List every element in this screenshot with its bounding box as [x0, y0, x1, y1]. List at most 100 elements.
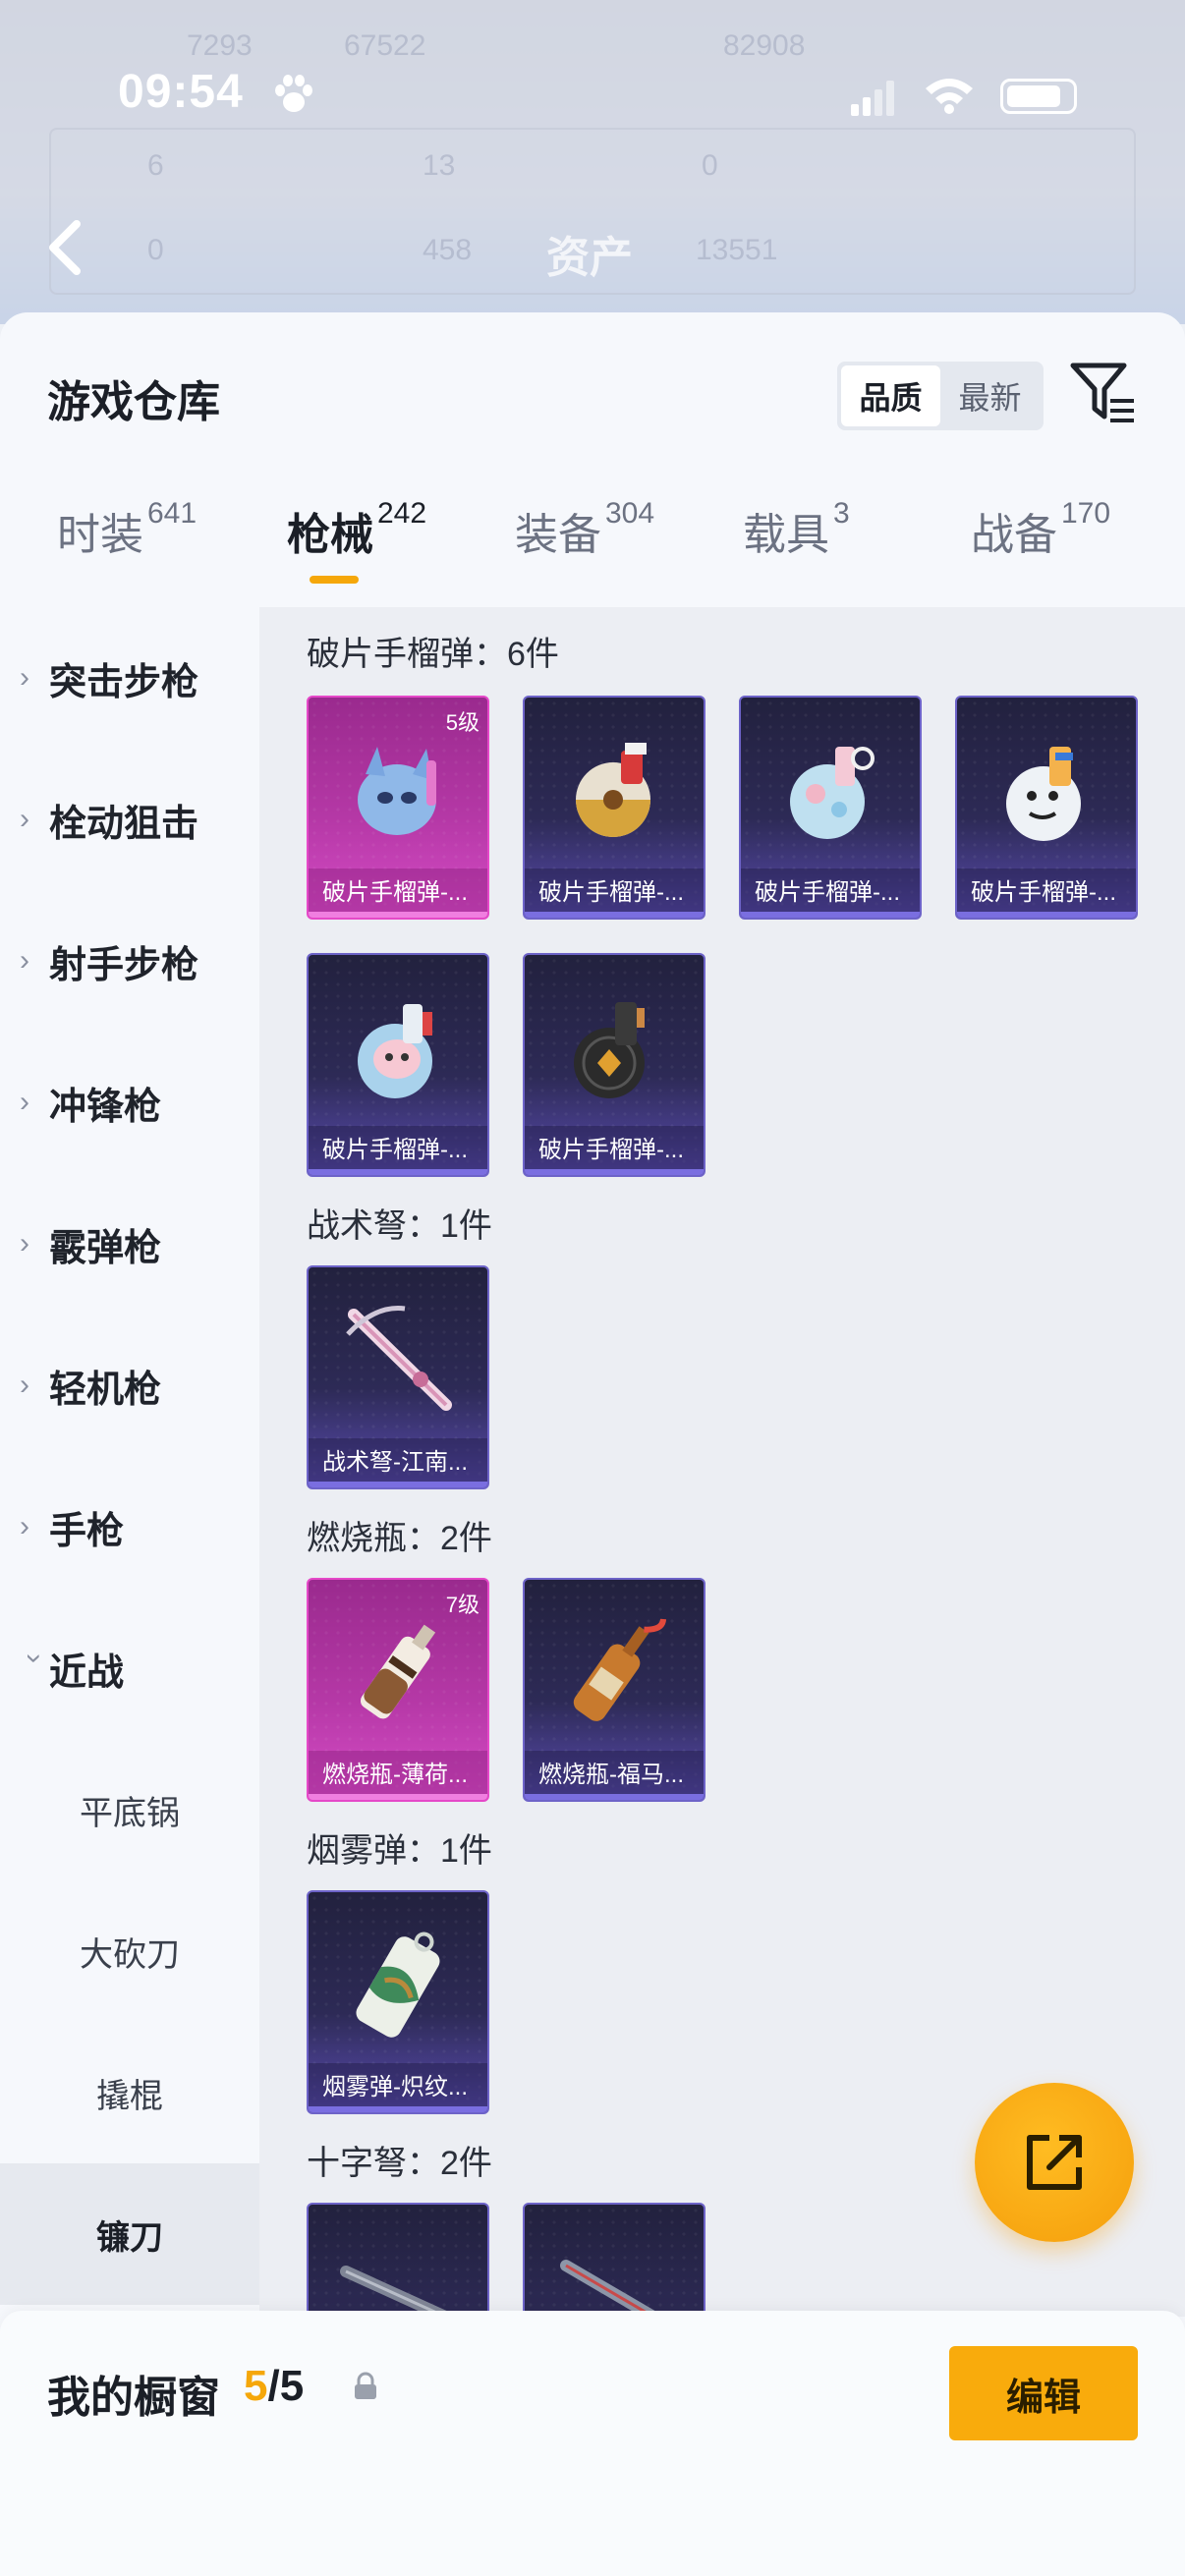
paw-icon [275, 75, 312, 112]
filter-icon[interactable] [1069, 360, 1138, 426]
tab-vehicles[interactable]: 载具 3 [743, 497, 850, 597]
sidebar-subitem-machete[interactable]: 大砍刀 [0, 1880, 259, 2022]
page-title: 资产 [546, 234, 633, 282]
bg-stat: 0 [147, 234, 164, 266]
item-card[interactable] [523, 2203, 705, 2317]
molotov-icon [360, 1624, 436, 1719]
bg-stat: 0 [702, 149, 718, 182]
category-tabs: 时装 641 枪械 242 装备 304 载具 3 战备 170 [0, 497, 1185, 617]
chevron-right-icon: › [20, 1227, 29, 1260]
bg-stat: 13551 [696, 234, 778, 266]
item-caption: 破片手榴弹-... [309, 868, 487, 918]
sidebar-item-label: 栓动狙击 [49, 803, 199, 845]
tab-count: 170 [1061, 497, 1111, 530]
section-title: 战术弩：1件 [307, 1207, 492, 1245]
bg-stat: 13 [423, 149, 456, 182]
smoke-grenade-icon [356, 1932, 440, 2038]
tab-count: 304 [605, 497, 655, 530]
grenade-icon [358, 747, 436, 835]
item-card[interactable]: 破片手榴弹-... [523, 953, 705, 1177]
sidebar-item-assault-rifle[interactable]: › 突击步枪 [0, 607, 259, 749]
share-button[interactable] [975, 2083, 1134, 2242]
item-card[interactable]: 烟雾弹-炽纹... [307, 1890, 489, 2114]
share-icon [1027, 2135, 1082, 2190]
tab-count: 242 [377, 497, 427, 530]
chevron-right-icon: › [20, 944, 29, 977]
status-time: 09:54 [118, 66, 244, 118]
tab-fashion[interactable]: 时装 641 [57, 497, 198, 597]
item-card[interactable]: 破片手榴弹-... [307, 953, 489, 1177]
item-card[interactable]: 战术弩-江南... [307, 1265, 489, 1489]
sidebar-item-label: 冲锋枪 [49, 1086, 162, 1128]
sidebar-item-pistol[interactable]: › 手枪 [0, 1456, 259, 1597]
bg-stat: 458 [423, 234, 473, 266]
crossbow-icon [340, 2266, 459, 2317]
item-caption: 燃烧瓶-薄荷... [309, 1751, 487, 1800]
item-card[interactable]: 破片手榴弹-... [739, 696, 922, 920]
sort-newest-button[interactable]: 最新 [940, 365, 1040, 426]
grenade-icon [790, 747, 875, 839]
chevron-right-icon: › [20, 1369, 29, 1401]
sheet-title: 游戏仓库 [47, 378, 220, 426]
showcase-count-current: 5 [244, 2362, 268, 2410]
item-caption: 破片手榴弹-... [309, 1126, 487, 1175]
sidebar-subitem-crowbar[interactable]: 撬棍 [0, 2022, 259, 2163]
section-title: 燃烧瓶：2件 [307, 1520, 492, 1557]
sidebar-item-smg[interactable]: › 冲锋枪 [0, 1032, 259, 1173]
tab-count: 641 [147, 497, 198, 530]
back-arrow-icon[interactable] [43, 218, 86, 277]
sort-quality-button[interactable]: 品质 [841, 365, 940, 426]
sidebar-item-label: 射手步枪 [49, 944, 199, 986]
item-card[interactable]: 燃烧瓶-福马... [523, 1578, 705, 1802]
active-tab-indicator [310, 576, 359, 584]
section-title: 破片手榴弹：6件 [307, 636, 559, 673]
item-caption: 破片手榴弹-... [525, 1126, 704, 1175]
molotov-icon [573, 1618, 667, 1721]
bg-stat: 7293 [187, 29, 253, 62]
wifi-icon [926, 79, 973, 114]
sidebar-item-marksman-rifle[interactable]: › 射手步枪 [0, 890, 259, 1032]
battery-icon [1000, 79, 1077, 114]
chevron-right-icon: › [20, 661, 29, 694]
sidebar-item-shotgun[interactable]: › 霰弹枪 [0, 1173, 259, 1315]
background-header: 7293 67522 82908 6 13 0 0 458 13551 09:5… [0, 0, 1185, 324]
sidebar-item-label: 手枪 [49, 1510, 125, 1552]
chevron-down-icon: › [19, 1653, 51, 1663]
tab-count: 3 [833, 497, 850, 530]
tab-equipment[interactable]: 装备 304 [515, 497, 655, 597]
chevron-right-icon: › [20, 1086, 29, 1118]
showcase-label: 我的橱窗 [47, 2374, 220, 2422]
item-card[interactable]: 破片手榴弹-... [955, 696, 1138, 920]
weapon-category-sidebar: › 突击步枪 › 栓动狙击 › 射手步枪 › 冲锋枪 › 霰弹枪 › 轻机枪 ›… [0, 607, 259, 2576]
tab-label: 战备 [971, 511, 1057, 559]
item-caption: 战术弩-江南... [309, 1438, 487, 1487]
item-caption: 烟雾弹-炽纹... [309, 2063, 487, 2112]
item-card[interactable]: 5级 破片手榴弹-... [307, 696, 489, 920]
grenade-icon [358, 1004, 432, 1098]
tab-label: 装备 [515, 511, 601, 559]
item-card[interactable]: 7级 燃烧瓶-薄荷... [307, 1578, 489, 1802]
item-card[interactable]: 破片手榴弹-... [523, 696, 705, 920]
bg-stat: 82908 [723, 29, 806, 62]
sort-toggle: 品质 最新 [837, 362, 1044, 430]
section-title: 烟雾弹：1件 [307, 1832, 492, 1870]
crossbow-icon [560, 2260, 665, 2317]
sidebar-item-label: 轻机枪 [49, 1369, 162, 1411]
showcase-count-separator: / [267, 2362, 280, 2410]
tab-label: 载具 [743, 511, 829, 559]
showcase-count: 5/5 [244, 2362, 304, 2411]
edit-button[interactable]: 编辑 [949, 2346, 1138, 2440]
item-caption: 破片手榴弹-... [957, 868, 1136, 918]
sidebar-subitem-frying-pan[interactable]: 平底锅 [0, 1739, 259, 1880]
tab-label: 时装 [57, 511, 143, 559]
grenade-icon [576, 743, 650, 837]
sidebar-item-bolt-sniper[interactable]: › 栓动狙击 [0, 749, 259, 890]
item-card[interactable] [307, 2203, 489, 2317]
sidebar-item-melee[interactable]: › 近战 [0, 1597, 259, 1739]
item-caption: 燃烧瓶-福马... [525, 1751, 704, 1800]
bg-stat: 6 [147, 149, 164, 182]
sidebar-item-label: 突击步枪 [49, 661, 199, 703]
sidebar-subitem-sickle[interactable]: 镰刀 [0, 2163, 259, 2305]
tab-tactical-gear[interactable]: 战备 170 [971, 497, 1111, 597]
sidebar-item-lmg[interactable]: › 轻机枪 [0, 1315, 259, 1456]
